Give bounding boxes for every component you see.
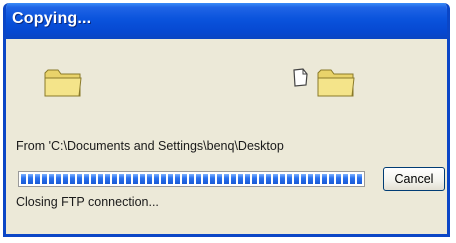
progress-block [91, 174, 96, 184]
destination-folder-icon [316, 65, 356, 104]
progress-block [161, 174, 166, 184]
progress-block [280, 174, 285, 184]
progress-block [42, 174, 47, 184]
copy-dialog: Copying... From 'C:\Documents and Settin… [3, 3, 450, 237]
progress-block [210, 174, 215, 184]
progress-block [259, 174, 264, 184]
progress-block [231, 174, 236, 184]
progress-block [203, 174, 208, 184]
progress-block [238, 174, 243, 184]
progress-block [350, 174, 355, 184]
progress-block [126, 174, 131, 184]
progress-block [189, 174, 194, 184]
progress-block [119, 174, 124, 184]
status-text: Closing FTP connection... [16, 195, 159, 209]
progress-block [98, 174, 103, 184]
progress-block [168, 174, 173, 184]
copy-source-text: From 'C:\Documents and Settings\benq\Des… [16, 139, 284, 153]
progress-block [294, 174, 299, 184]
progress-block [266, 174, 271, 184]
progress-block [252, 174, 257, 184]
progress-block [245, 174, 250, 184]
progress-block [224, 174, 229, 184]
progress-block [21, 174, 26, 184]
progress-block [154, 174, 159, 184]
progress-bar [18, 171, 365, 187]
progress-block [105, 174, 110, 184]
progress-block [133, 174, 138, 184]
progress-block [196, 174, 201, 184]
progress-block [56, 174, 61, 184]
window-title: Copying... [12, 10, 92, 27]
progress-block [287, 174, 292, 184]
progress-block [28, 174, 33, 184]
title-bar[interactable]: Copying... [6, 3, 447, 39]
progress-block [49, 174, 54, 184]
progress-block [147, 174, 152, 184]
progress-block [84, 174, 89, 184]
progress-block [336, 174, 341, 184]
progress-block [343, 174, 348, 184]
source-folder-icon [43, 65, 83, 104]
progress-block [308, 174, 313, 184]
progress-block [63, 174, 68, 184]
progress-block [182, 174, 187, 184]
progress-block [315, 174, 320, 184]
progress-block [77, 174, 82, 184]
progress-block [329, 174, 334, 184]
progress-block [70, 174, 75, 184]
progress-block [140, 174, 145, 184]
progress-block [301, 174, 306, 184]
progress-block [322, 174, 327, 184]
progress-block [35, 174, 40, 184]
document-icon [289, 67, 311, 94]
progress-block [217, 174, 222, 184]
cancel-button[interactable]: Cancel [383, 167, 445, 191]
progress-block [273, 174, 278, 184]
progress-block [357, 174, 362, 184]
progress-block [112, 174, 117, 184]
progress-block [175, 174, 180, 184]
